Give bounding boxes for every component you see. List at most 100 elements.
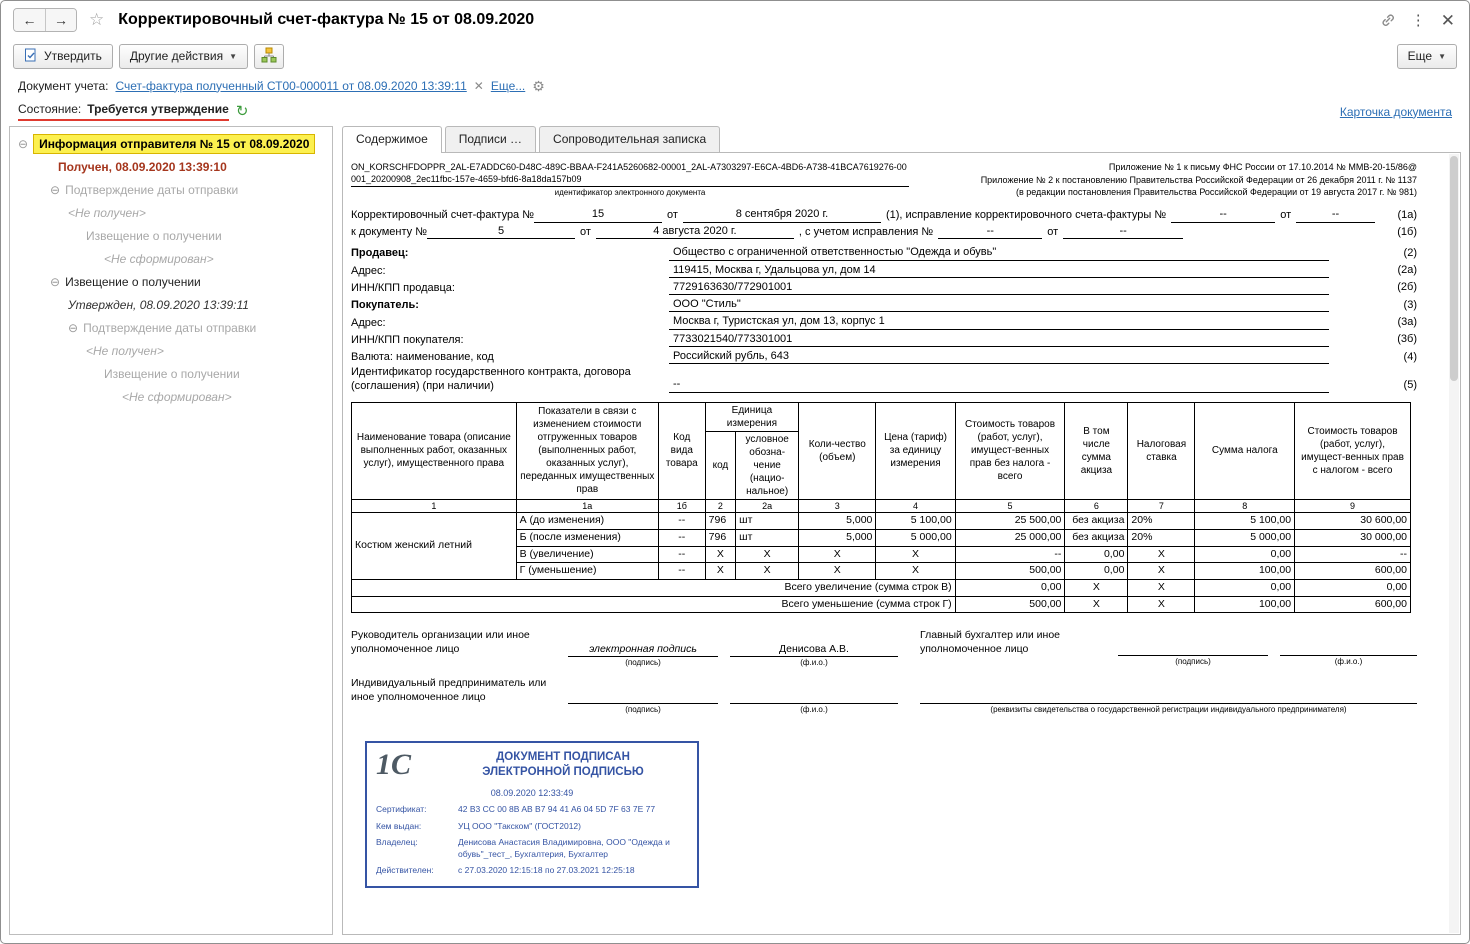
tab-bar: Содержимое Подписи … Сопроводительная за…: [342, 126, 1461, 153]
document-card-link[interactable]: Карточка документа: [1340, 105, 1452, 119]
vertical-scrollbar[interactable]: [1449, 154, 1459, 933]
more-menu-icon[interactable]: ⋮: [1411, 11, 1426, 29]
registration-block: (реквизиты свидетельства о государственн…: [920, 691, 1417, 715]
other-actions-button[interactable]: Другие действия ▼: [118, 43, 249, 69]
signature-stamp: 1С ДОКУМЕНТ ПОДПИСАН ЭЛЕКТРОННОЙ ПОДПИСЬ…: [365, 740, 699, 888]
favorite-star-icon[interactable]: ☆: [89, 10, 104, 30]
get-link-icon[interactable]: [1380, 12, 1396, 28]
refresh-icon[interactable]: ↻: [236, 104, 249, 119]
field-row: Идентификатор государственного контракта…: [351, 366, 1417, 393]
invoice-number: 15: [534, 208, 663, 223]
field-row: ИНН/КПП продавца: 7729163630/772901001 (…: [351, 280, 1417, 296]
stamp-row-label: Действителен:: [376, 865, 434, 876]
tab-signatures[interactable]: Подписи …: [444, 126, 537, 152]
clear-doc-icon[interactable]: ✕: [474, 79, 484, 93]
field-row: Адрес: 119415, Москва г, Удальцова ул, д…: [351, 263, 1417, 278]
line2-ot2: от: [1047, 225, 1059, 238]
field-label: Идентификатор государственного контракта…: [351, 366, 631, 392]
name-caption: (ф.и.о.): [800, 657, 828, 667]
tree-item-label: Получен, 08.09.2020 13:39:10: [58, 159, 227, 174]
doc-more-link[interactable]: Еще...: [491, 79, 525, 93]
field-value: ООО "Стиль": [669, 297, 1329, 313]
accountant-label: Главный бухгалтер или иное уполномоченно…: [920, 629, 1061, 655]
totals-row: Всего увеличение (сумма строк В) 0,00 X …: [351, 578, 1411, 597]
stamp-row-value: Денисова Анастасия Владимировна, ООО "Од…: [458, 837, 670, 859]
stamp-row-label: Сертификат:: [376, 804, 427, 815]
totals-row: Всего уменьшение (сумма строк Г) 500,00 …: [351, 595, 1411, 614]
accountant-name-value: [1280, 643, 1417, 657]
tree-item-not-formed[interactable]: <Не сформирован>: [10, 385, 332, 408]
collapse-icon[interactable]: ⊖: [50, 275, 60, 289]
field-label: ИНН/КПП продавца:: [351, 281, 455, 294]
stamp-row-value: с 27.03.2020 12:15:18 по 27.03.2021 12:2…: [458, 865, 635, 876]
tree-item-send-date-confirmation[interactable]: ⊖ Подтверждение даты отправки: [10, 178, 332, 201]
toolbar: Утвердить Другие действия ▼ Еще ▼: [1, 39, 1469, 73]
base-doc-number: 5: [427, 225, 575, 240]
edo-hierarchy-button[interactable]: [254, 43, 285, 69]
stamp-row-value: УЦ ООО "Такском" (ГОСТ2012): [458, 820, 581, 831]
gear-icon[interactable]: ⚙: [532, 79, 545, 93]
close-icon[interactable]: ✕: [1441, 12, 1455, 29]
tree-item-label: Подтверждение даты отправки: [65, 182, 239, 197]
field-label: Покупатель:: [351, 299, 419, 312]
more-button-label: Еще: [1407, 49, 1433, 63]
field-note: (3б): [1397, 333, 1417, 346]
tree-item-received-status[interactable]: Получен, 08.09.2020 13:39:10: [10, 155, 332, 178]
collapse-icon[interactable]: ⊖: [50, 183, 60, 197]
tree-item-sender-info[interactable]: ⊖ Информация отправителя № 15 от 08.09.2…: [10, 132, 332, 155]
form-top: ON_KORSCHFDOPPR_2AL-E7ADDC60-D48C-489C-B…: [351, 161, 1417, 199]
col-header: Наименование товара (описание выполненны…: [351, 401, 517, 500]
tree-item-not-formed[interactable]: <Не сформирован>: [10, 247, 332, 270]
tree-item-not-received[interactable]: <Не получен>: [10, 201, 332, 224]
history-nav-group: ← →: [13, 8, 77, 32]
tree-item-label: <Не сформирован>: [122, 389, 232, 404]
field-value: Российский рубль, 643: [669, 349, 1329, 365]
head-name-block: Денисова А.В. (ф.и.о.): [730, 643, 898, 667]
tab-cover-note[interactable]: Сопроводительная записка: [539, 126, 721, 152]
stamp-row: Сертификат: 42 B3 CC 00 8B AB B7 94 41 A…: [376, 804, 688, 815]
more-button[interactable]: Еще ▼: [1396, 43, 1457, 69]
entrepreneur-name-block: (ф.и.о.): [730, 691, 898, 715]
line2-label: к документу №: [351, 225, 427, 238]
field-note: (2б): [1397, 281, 1417, 294]
invoice-table: Наименование товара (описание выполненны…: [351, 401, 1411, 614]
col-header: Коли-чество (объем): [798, 401, 877, 500]
scrollbar-thumb[interactable]: [1450, 156, 1458, 381]
tree-item-label: Подтверждение даты отправки: [83, 320, 257, 335]
field-value: 7729163630/772901001: [669, 280, 1329, 296]
collapse-icon[interactable]: ⊖: [68, 321, 78, 335]
forward-button[interactable]: →: [45, 9, 76, 31]
annex-line: Приложение № 1 к письму ФНС России от 17…: [1108, 162, 1417, 172]
invoice-date: 8 сентября 2020 г.: [682, 208, 881, 223]
field-note: (5): [1403, 378, 1417, 391]
field-row: Адрес: Москва г, Туристская ул, дом 13, …: [351, 314, 1417, 330]
field-note: (2а): [1397, 264, 1417, 277]
tab-content[interactable]: Содержимое: [342, 126, 442, 153]
totals-label: Всего уменьшение (сумма строк Г): [351, 595, 956, 614]
collapse-icon[interactable]: ⊖: [18, 137, 28, 151]
head-signature-value: электронная подпись: [568, 643, 718, 657]
approve-icon: [24, 48, 38, 65]
accounting-doc-link[interactable]: Счет-фактура полученный СТ00-000011 от 0…: [115, 79, 466, 93]
tree-item-receipt-notice[interactable]: Извещение о получении: [10, 224, 332, 247]
totals-label: Всего увеличение (сумма строк В): [351, 578, 956, 597]
tree-item-receipt-notice[interactable]: Извещение о получении: [10, 362, 332, 385]
approve-button[interactable]: Утвердить: [13, 43, 113, 69]
signature-section: Руководитель организации или иное уполно…: [351, 629, 1417, 715]
tree-item-receipt-notice[interactable]: ⊖ Извещение о получении: [10, 270, 332, 293]
main-area: ⊖ Информация отправителя № 15 от 08.09.2…: [1, 125, 1469, 943]
tree-item-send-date-confirmation[interactable]: ⊖ Подтверждение даты отправки: [10, 316, 332, 339]
back-button[interactable]: ←: [14, 9, 45, 31]
stamp-datetime: 08.09.2020 12:33:49: [490, 787, 574, 798]
name-caption: (ф.и.о.): [1334, 657, 1363, 667]
tree-item-not-received[interactable]: <Не получен>: [10, 339, 332, 362]
col-header: В том числе сумма акциза: [1064, 401, 1129, 500]
column-numbers-row: 1 1а 1б 2 2а 3 4 5 6 7 8 9: [351, 498, 1411, 514]
accountant-name-block: (ф.и.о.): [1280, 643, 1417, 667]
tree-item-approved-status[interactable]: Утвержден, 08.09.2020 13:39:11: [10, 293, 332, 316]
document-pane: Содержимое Подписи … Сопроводительная за…: [342, 126, 1461, 935]
annex-line: Приложение № 2 к постановлению Правитель…: [980, 174, 1417, 185]
chevron-down-icon: ▼: [1438, 51, 1446, 61]
signature-row: Индивидуальный предприниматель или иное …: [351, 677, 1417, 715]
line2-mid: , с учетом исправления №: [798, 225, 934, 238]
